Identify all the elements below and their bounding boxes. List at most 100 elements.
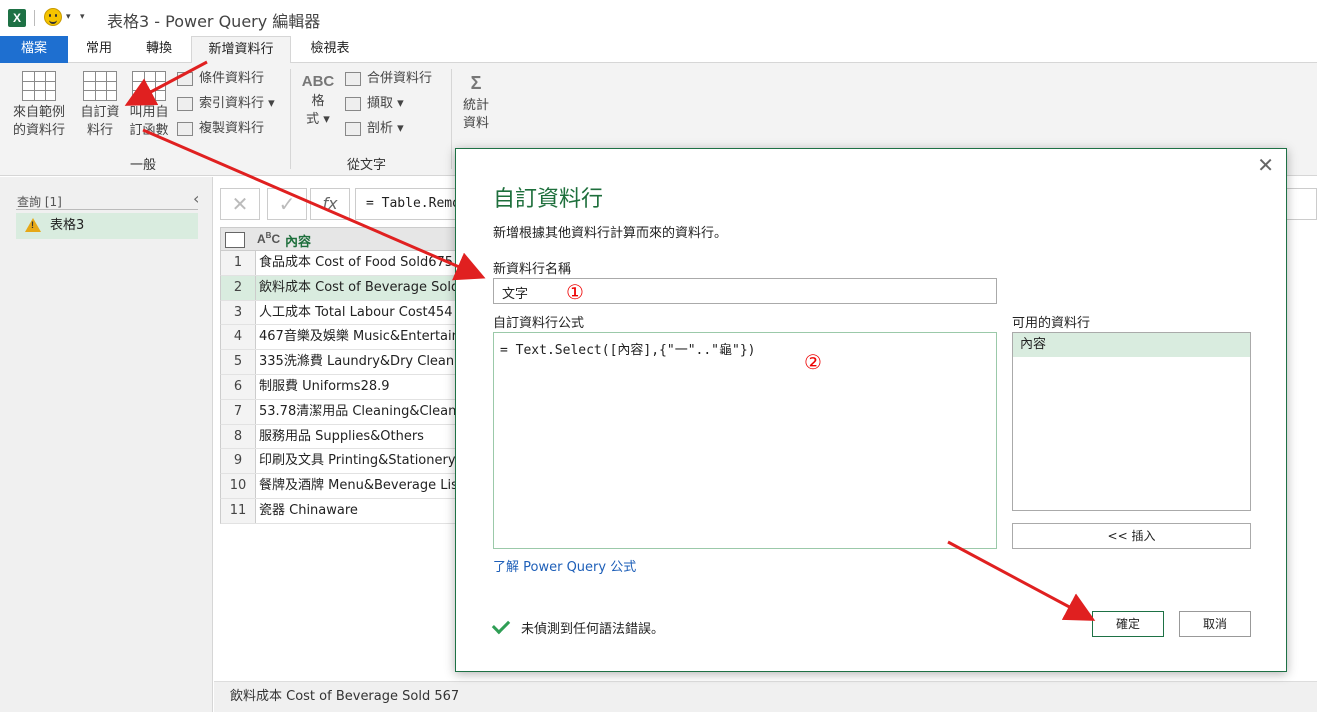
tab-transform[interactable]: 轉換 (130, 36, 188, 63)
text-type-icon[interactable]: ABC (257, 231, 280, 246)
quick-access-customize-icon[interactable]: ▾ (80, 12, 85, 22)
confirm-formula-icon[interactable]: ✓ (267, 188, 307, 220)
format-text-icon: ABC (301, 73, 335, 90)
custom-column-button[interactable]: 自訂資 料行 (76, 71, 124, 140)
warning-icon (25, 218, 41, 232)
tab-view[interactable]: 檢視表 (296, 36, 364, 63)
group-general-label: 一般 (130, 158, 157, 173)
row-number: 8 (221, 424, 256, 449)
group-text-label: 從文字 (347, 158, 387, 173)
row-number: 9 (221, 449, 256, 474)
column-header[interactable]: 內容 (285, 231, 311, 250)
cell-value[interactable]: 335洗滌費 Laundry&Dry Cleaning (259, 350, 460, 374)
queries-label: 查詢 [1] (17, 195, 62, 209)
invoke-custom-function-button[interactable]: 叫用自 訂函數 (125, 71, 173, 140)
smiley-feedback-icon[interactable] (44, 8, 62, 26)
insert-button[interactable]: << 插入 (1012, 523, 1251, 549)
table-row[interactable]: 10 餐牌及酒牌 Menu&Beverage Lists (220, 474, 460, 499)
button-label: 的資料行 (12, 123, 65, 138)
custom-column-icon (83, 71, 117, 101)
cell-value[interactable]: 服務用品 Supplies&Others (259, 425, 424, 449)
duplicate-column-icon (177, 122, 193, 136)
row-number: 3 (221, 300, 256, 325)
table-icon (22, 71, 56, 101)
table-row[interactable]: 11 瓷器 Chinaware (220, 498, 460, 524)
table-row[interactable]: 1 食品成本 Cost of Food Sold675 (220, 251, 460, 276)
annotation-circle-1: ① (566, 280, 584, 304)
cell-value[interactable]: 印刷及文具 Printing&Stationery (259, 449, 456, 473)
query-item[interactable]: 表格3 (16, 213, 198, 239)
index-column-icon (177, 97, 193, 111)
statistics-button[interactable]: Σ 統計 資料 (452, 73, 500, 133)
table-row[interactable]: 6 制服費 Uniforms28.9 (220, 374, 460, 400)
cell-value[interactable]: 制服費 Uniforms28.9 (259, 375, 390, 399)
collapse-pane-icon[interactable]: ‹ (193, 189, 199, 208)
sigma-icon: Σ (470, 73, 482, 93)
cell-value[interactable]: 飲料成本 Cost of Beverage Sold 5 (259, 276, 460, 300)
group-divider (290, 69, 291, 169)
dialog-title: 自訂資料行 (493, 187, 604, 212)
name-label: 新資料行名稱 (493, 262, 572, 277)
conditional-column-button[interactable]: 條件資料行 (177, 68, 264, 90)
extract-button[interactable]: 擷取 ▾ (345, 93, 404, 115)
table-row[interactable]: 5 335洗滌費 Laundry&Dry Cleaning (220, 350, 460, 375)
duplicate-column-button[interactable]: 複製資料行 (177, 118, 264, 140)
ok-button[interactable]: 確定 (1092, 611, 1164, 637)
query-item-label: 表格3 (50, 218, 85, 233)
table-row[interactable]: 9 印刷及文具 Printing&Stationery (220, 449, 460, 475)
cell-value[interactable]: 人工成本 Total Labour Cost454 (259, 301, 452, 325)
title-bar: X ▾ ▾ 表格3 - Power Query 編輯器 (0, 0, 1317, 36)
cancel-formula-icon[interactable]: ✕ (220, 188, 260, 220)
button-label: 式 ▾ (306, 112, 330, 127)
excel-icon: X (8, 9, 26, 27)
dialog-description: 新增根據其他資料行計算而來的資料行。 (493, 226, 728, 241)
button-label: 自訂資 (80, 105, 120, 120)
status-bar: 飲料成本 Cost of Beverage Sold 567 (214, 681, 1317, 712)
merge-columns-button[interactable]: 合併資料行 (345, 68, 432, 90)
syntax-status: 未偵測到任何語法錯誤。 (521, 622, 665, 637)
formula-label: 自訂資料行公式 (493, 316, 585, 331)
checkmark-icon (491, 615, 511, 635)
table-row[interactable]: 4 467音樂及娛樂 Music&Entertainm (220, 325, 460, 351)
extract-icon (345, 97, 361, 111)
available-column-item[interactable]: 內容 (1013, 333, 1250, 357)
table-menu-icon[interactable] (225, 232, 245, 248)
row-number: 7 (221, 399, 256, 424)
tab-home[interactable]: 常用 (72, 36, 126, 63)
parse-button[interactable]: 剖析 ▾ (345, 118, 404, 140)
index-column-button[interactable]: 索引資料行 ▾ (177, 93, 275, 115)
table-row[interactable]: 2 飲料成本 Cost of Beverage Sold 5 (220, 275, 460, 301)
cell-value[interactable]: 餐牌及酒牌 Menu&Beverage Lists (259, 474, 460, 498)
button-label: 來自範例 (12, 105, 65, 120)
button-label: 料行 (86, 123, 113, 138)
chevron-down-icon[interactable]: ▾ (66, 12, 71, 22)
format-button[interactable]: ABC 格 式 ▾ (296, 73, 340, 129)
table-row[interactable]: 8 服務用品 Supplies&Others (220, 424, 460, 450)
column-from-examples-button[interactable]: 來自範例 的資料行 (6, 71, 72, 140)
cancel-button[interactable]: 取消 (1179, 611, 1251, 637)
row-number: 6 (221, 374, 256, 399)
button-label: 資料 (462, 116, 489, 131)
tab-file[interactable]: 檔案 (0, 36, 68, 63)
cell-value[interactable]: 53.78清潔用品 Cleaning&Cleaning (259, 400, 460, 424)
table-row[interactable]: 7 53.78清潔用品 Cleaning&Cleaning (220, 399, 460, 425)
button-label: 統計 (462, 98, 489, 113)
fx-icon[interactable]: fx (310, 188, 350, 220)
button-label: 格 (311, 94, 325, 109)
window-title: 表格3 - Power Query 編輯器 (107, 12, 321, 31)
grid-body: 1 食品成本 Cost of Food Sold675 2 飲料成本 Cost of … (220, 251, 460, 524)
button-label: 叫用自 (129, 105, 169, 120)
close-icon[interactable]: ✕ (1257, 153, 1274, 177)
row-number: 11 (221, 498, 256, 523)
table-header: ABC 內容 (220, 227, 460, 251)
learn-formulas-link[interactable]: 了解 Power Query 公式 (493, 556, 636, 575)
row-number: 5 (221, 350, 256, 374)
row-number: 1 (221, 251, 256, 275)
data-grid: ABC 內容 1 食品成本 Cost of Food Sold675 2 飲料成本 C… (220, 227, 460, 524)
cell-value[interactable]: 瓷器 Chinaware (259, 499, 358, 523)
cell-value[interactable]: 食品成本 Cost of Food Sold675 (259, 251, 453, 275)
tab-add-column[interactable]: 新增資料行 (191, 36, 291, 64)
table-row[interactable]: 3 人工成本 Total Labour Cost454 (220, 300, 460, 326)
cell-value[interactable]: 467音樂及娛樂 Music&Entertainm (259, 325, 460, 349)
formula-editor[interactable]: = Text.Select([內容],{"一".."龜"}) (493, 332, 997, 549)
